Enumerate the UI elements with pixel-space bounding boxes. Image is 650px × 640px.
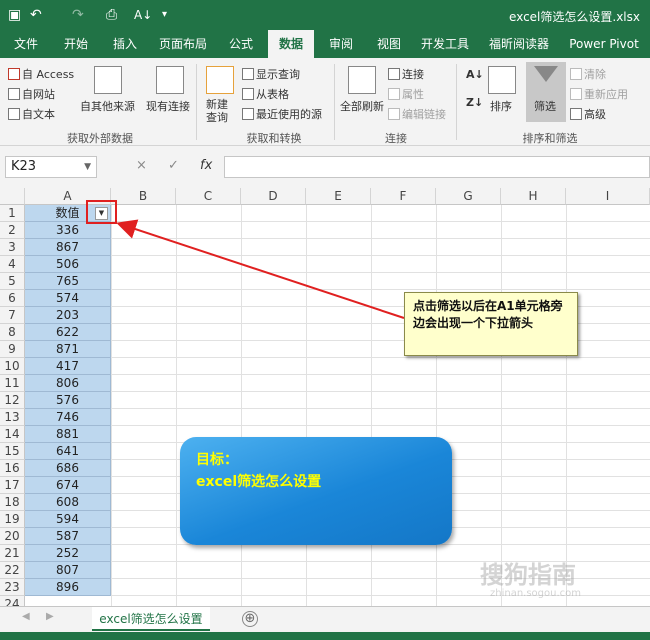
prev-sheet-icon[interactable]: ◀	[22, 611, 30, 622]
watermark-url: zhinan.sogou.com	[490, 588, 582, 599]
add-sheet-icon[interactable]: ⊕	[242, 611, 258, 627]
sheet-tab[interactable]: excel筛选怎么设置	[92, 607, 210, 631]
goal-box: 目标： excel筛选怎么设置	[180, 437, 452, 545]
watermark: 搜狗指南	[480, 561, 576, 589]
sheet-tab-bar: ◀ ▶ excel筛选怎么设置 ⊕	[0, 606, 650, 632]
next-sheet-icon[interactable]: ▶	[46, 611, 54, 622]
callout-note: 点击筛选以后在A1单元格旁边会出现一个下拉箭头	[404, 292, 578, 356]
status-bar	[0, 632, 650, 640]
goal-line-1: 目标：	[196, 452, 238, 468]
goal-line-2: excel筛选怎么设置	[196, 474, 322, 490]
